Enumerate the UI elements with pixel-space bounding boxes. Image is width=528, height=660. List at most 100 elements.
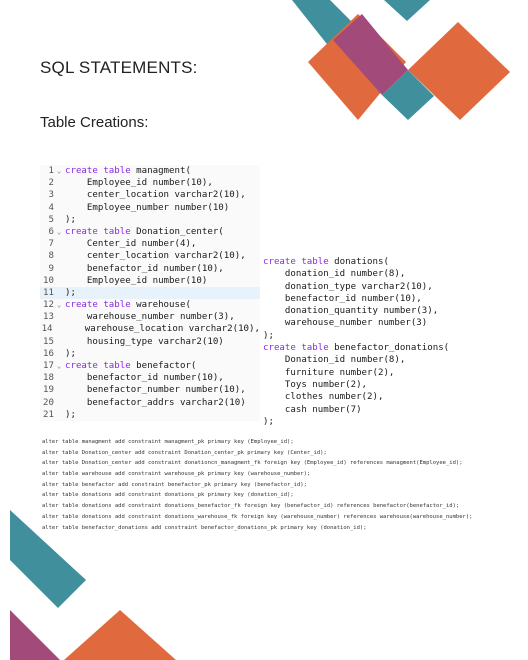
line-number: 20 — [43, 397, 54, 408]
code-text: Center_id number(4), — [65, 239, 197, 250]
code-line: 20 benefactor_addrs varchar2(10) — [40, 397, 260, 409]
code-line: 13 warehouse_number number(3), — [40, 311, 260, 323]
code-line: 21); — [40, 409, 260, 421]
line-number: 8 — [48, 251, 54, 262]
code-line: 4 Employee_number number(10) — [40, 202, 260, 214]
teal-shape-top-right — [384, 0, 430, 21]
sql-keyword: create table — [263, 343, 329, 354]
code-line: 1 ⌄ create table managment( — [40, 165, 260, 177]
code-line: 10 Employee_id number(10) — [40, 275, 260, 287]
code-line: 9 benefactor_id number(10), — [40, 263, 260, 275]
line-number: 2 — [48, 178, 54, 189]
line-number: 11 — [43, 287, 54, 298]
code-line: donation_id number(8), — [263, 269, 406, 280]
sql-keyword: create table — [65, 300, 131, 311]
code-text: create table managment( — [65, 166, 191, 176]
alter-statement-line: alter table benefactor_donations add con… — [42, 524, 367, 531]
line-number: 3 — [48, 190, 54, 201]
line-number: 6 — [48, 226, 54, 237]
line-number: 15 — [43, 336, 54, 347]
code-text: Employee_id number(10), — [65, 178, 213, 189]
code-line: ); — [263, 416, 274, 427]
code-line: 19 benefactor_number number(10), — [40, 384, 260, 396]
code-line: 6 ⌄ create table Donation_center( — [40, 226, 260, 238]
code-line: Donation_id number(8), — [263, 355, 406, 366]
code-text: center_location varchar2(10), — [65, 190, 246, 201]
sql-keyword: create table — [263, 257, 329, 267]
code-line: 3 center_location varchar2(10), — [40, 189, 260, 201]
code-line: 12 ⌄ create table warehouse( — [40, 299, 260, 311]
line-number: 14 — [41, 324, 53, 335]
code-line: donation_type varchar2(10), — [263, 281, 433, 292]
code-line: Toys number(2), — [263, 379, 368, 390]
code-line: 17 ⌄ create table benefactor( — [40, 360, 260, 372]
sql-keyword: create table — [65, 226, 131, 237]
code-line: 14 warehouse_location varchar2(10), — [40, 323, 260, 335]
line-number: 10 — [43, 275, 54, 286]
line-number: 9 — [48, 263, 54, 274]
line-number: 5 — [48, 214, 54, 225]
code-line: furniture number(2), — [263, 367, 395, 378]
sql-keyword: create table — [65, 166, 131, 176]
code-block-create-tables: 1 ⌄ create table managment(2 Employee_id n… — [40, 165, 260, 421]
code-text: ); — [65, 287, 76, 298]
alter-statement-line: alter table Donation_center add constrai… — [42, 460, 463, 467]
code-text: create table benefactor( — [65, 361, 197, 371]
code-text: create table warehouse( — [65, 300, 191, 311]
code-line: benefactor_id number(10), — [263, 293, 422, 304]
code-text: benefactor_addrs varchar2(10) — [65, 397, 246, 408]
code-line: 11); — [40, 286, 260, 300]
code-line: 15 housing_type varchar2(10) — [40, 336, 260, 348]
line-number: 21 — [43, 409, 54, 420]
code-line: clothes number(2), — [263, 392, 384, 403]
code-line: donation_quantity number(3), — [263, 306, 439, 317]
code-text: ); — [65, 409, 76, 420]
code-line: 8 center_location varchar2(10), — [40, 250, 260, 262]
code-line: create table donations( — [263, 257, 389, 267]
code-line: ); — [263, 330, 274, 341]
alter-statement-line: alter table donations add constraint don… — [42, 492, 294, 499]
code-line: 7 Center_id number(4), — [40, 238, 260, 250]
line-number: 7 — [48, 239, 54, 250]
code-text: center_location varchar2(10), — [65, 251, 246, 262]
page-heading: SQL STATEMENTS: — [40, 58, 198, 77]
code-text: warehouse_number number(3), — [65, 312, 235, 323]
alter-statement-line: alter table donations add constraint don… — [42, 513, 473, 520]
code-line: 18 benefactor_id number(10), — [40, 372, 260, 384]
code-line: create table benefactor_donations( — [263, 343, 450, 354]
magenta-shape-bottom — [10, 610, 60, 660]
line-number: 1 — [48, 166, 54, 176]
code-line: 16); — [40, 348, 260, 360]
code-line: cash number(7) — [263, 404, 362, 415]
code-line: warehouse_number number(3) — [263, 318, 428, 329]
code-text: warehouse_location varchar2(10), — [62, 324, 260, 335]
line-number: 18 — [43, 373, 54, 384]
code-line: 2 Employee_id number(10), — [40, 177, 260, 189]
orange-shape-bottom — [64, 610, 176, 660]
line-number: 16 — [43, 348, 54, 359]
line-number: 19 — [43, 385, 54, 396]
code-text: benefactor_number number(10), — [65, 385, 246, 396]
alter-statement-line: alter table benefactor add constraint be… — [42, 481, 307, 488]
code-text: housing_type varchar2(10) — [65, 336, 224, 347]
code-text: Employee_id number(10) — [65, 275, 208, 286]
line-number: 4 — [48, 202, 54, 213]
code-text: ); — [65, 214, 76, 225]
code-text: ); — [65, 348, 76, 359]
alter-statement-line: alter table warehouse add constraint war… — [42, 471, 311, 478]
section-heading: Table Creations: — [40, 114, 149, 131]
code-text: create table Donation_center( — [65, 226, 224, 237]
line-number: 13 — [43, 312, 54, 323]
code-text: benefactor_id number(10), — [65, 373, 224, 384]
alter-statement-line: alter table Donation_center add constrai… — [42, 449, 327, 456]
code-text: benefactor_id number(10), — [65, 263, 224, 274]
line-number: 12 — [43, 300, 54, 311]
alter-statement-line: alter table donations add constraint don… — [42, 503, 460, 510]
code-text: Employee_number number(10) — [65, 202, 230, 213]
alter-statements-block: alter table managment add constraint man… — [42, 437, 472, 533]
code-block-create-donations: create table donations( donation_id numb… — [263, 256, 449, 428]
alter-statement-line: alter table managment add constraint man… — [42, 439, 294, 445]
sql-keyword: create table — [65, 361, 131, 371]
code-line: 5); — [40, 214, 260, 226]
line-number: 17 — [43, 361, 54, 371]
